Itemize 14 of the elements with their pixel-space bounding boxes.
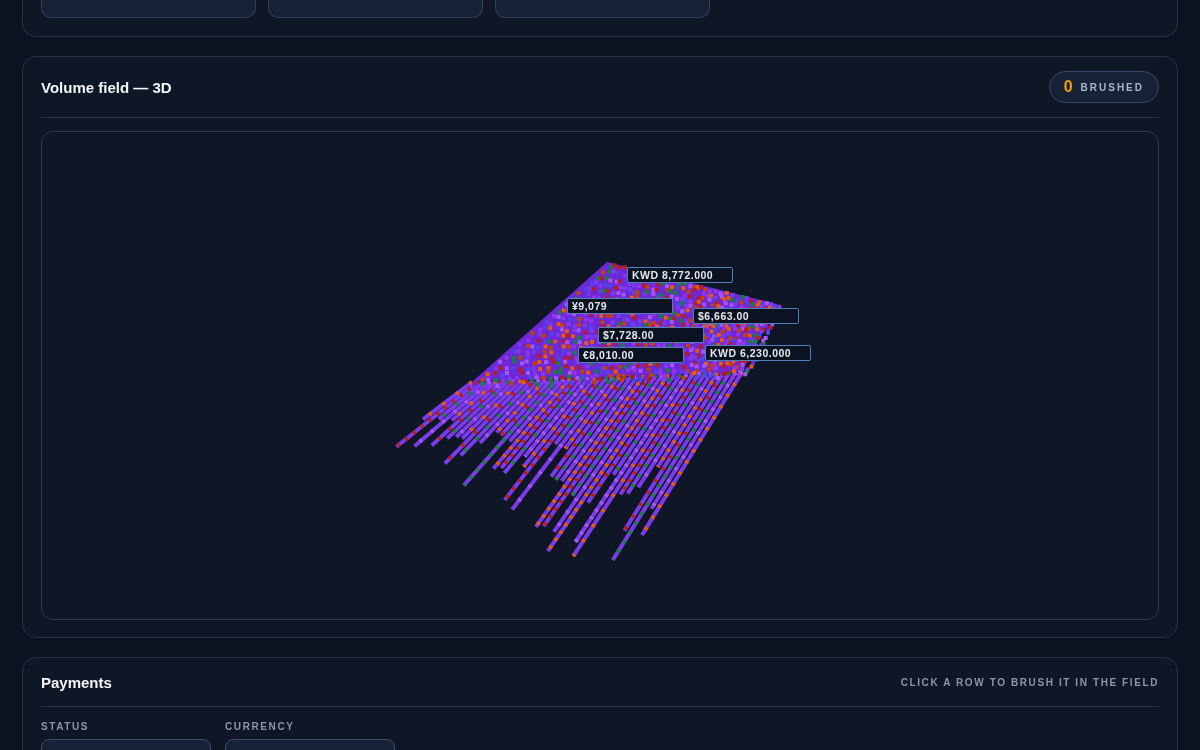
value-label: KWD 6,230.000 <box>705 345 811 361</box>
value-label: KWD 8,772.000 <box>627 267 733 283</box>
filter-label: CURRENCY <box>225 721 296 732</box>
hint-text: CLICK A ROW TO BRUSH IT IN THE FIELD <box>900 676 1159 688</box>
value-label: €8,010.00 <box>578 347 684 363</box>
value-label: $7,728.00 <box>598 327 704 343</box>
value-label: ¥9,079 <box>567 298 673 314</box>
panel-title: Volume field — 3D <box>41 78 172 96</box>
panel-title: Payments <box>41 673 112 691</box>
brushed-count: 0 <box>1063 78 1073 96</box>
filter-label: STATUS <box>41 721 91 732</box>
value-label: $6,663.00 <box>693 308 799 324</box>
brushed-label: BRUSHED <box>1080 81 1144 93</box>
plot-area[interactable]: KWD 8,772.000 ¥9,079 $6,663.00 $7,728.00 €8,010.00 KWD 6,230.000 <box>41 131 1159 620</box>
